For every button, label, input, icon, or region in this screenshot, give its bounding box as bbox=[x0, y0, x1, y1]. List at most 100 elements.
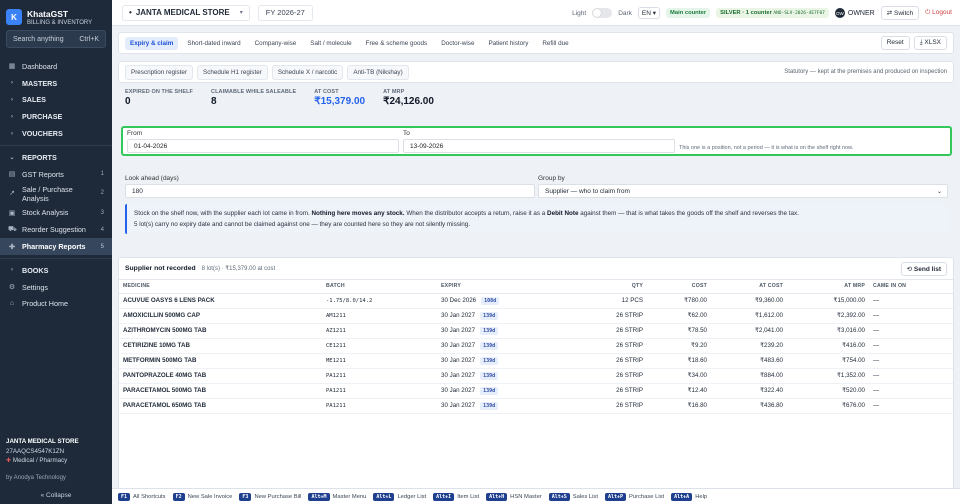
table-row[interactable]: PANTOPRAZOLE 40MG TAB PA1211 30 Jan 2027 13… bbox=[119, 368, 953, 384]
came-in-cell: — bbox=[869, 383, 953, 399]
table-row[interactable]: PARACETAMOL 500MG TAB PA1211 30 Jan 2027 13… bbox=[119, 383, 953, 399]
shortcut-item[interactable]: F1 All Shortcuts bbox=[118, 492, 166, 501]
sidebar-group-reports[interactable]: ⌄ REPORTS bbox=[0, 149, 112, 166]
from-date-input[interactable]: 01-04-2026 bbox=[127, 139, 399, 153]
company-selector[interactable]: • JANTA MEDICAL STORE ▾ bbox=[122, 4, 250, 21]
collapse-button[interactable]: « Collapse bbox=[0, 488, 112, 504]
sidebar-item-reorder-suggestion[interactable]: ⛟ Reorder Suggestion 4 bbox=[0, 221, 112, 238]
sidebar-group-masters[interactable]: › MASTERS bbox=[0, 75, 112, 92]
to-date-input[interactable]: 13-09-2026 bbox=[403, 139, 675, 153]
grid-icon: ▦ bbox=[8, 63, 16, 71]
batch-cell: PA1211 bbox=[322, 368, 437, 384]
tab-doctor-wise[interactable]: Doctor-wise bbox=[436, 37, 479, 50]
theme-dark-label: Dark bbox=[618, 9, 632, 17]
tab-schedule-h1-register[interactable]: Schedule H1 register bbox=[197, 64, 268, 80]
tab-patient-history[interactable]: Patient history bbox=[483, 37, 533, 50]
group-by-select[interactable]: Supplier — who to claim from ⌄ bbox=[538, 184, 948, 198]
cost-cell: ₹780.00 bbox=[647, 293, 711, 309]
tab-short-dated-inward[interactable]: Short-dated inward bbox=[182, 37, 245, 50]
tab-anti-tb[interactable]: Anti-TB (Nikshay) bbox=[347, 64, 409, 80]
days-badge: 139d bbox=[480, 371, 499, 380]
cost-cell: ₹16.80 bbox=[647, 398, 711, 414]
at-mrp-cell: ₹754.00 bbox=[787, 353, 869, 369]
shortcut-key: Alt+P bbox=[604, 492, 626, 501]
company-dot-icon: • bbox=[129, 8, 132, 17]
main-counter-badge: Main counter bbox=[666, 8, 711, 18]
shortcut-item[interactable]: Alt+S Sales List bbox=[548, 492, 598, 501]
qty-cell: 26 STRIP bbox=[537, 338, 647, 354]
sidebar-group-books[interactable]: › BOOKS bbox=[0, 262, 112, 279]
at-cost-cell: ₹483.60 bbox=[711, 353, 787, 369]
send-list-button[interactable]: ⟲ Send list bbox=[900, 261, 947, 276]
came-in-cell: — bbox=[869, 293, 953, 309]
at-cost-cell: ₹239.20 bbox=[711, 338, 787, 354]
tab-refill-due[interactable]: Refill due bbox=[537, 37, 573, 50]
at-mrp-cell: ₹416.00 bbox=[787, 338, 869, 354]
qty-cell: 26 STRIP bbox=[537, 353, 647, 369]
tab-schedule-x-narcotic[interactable]: Schedule X / narcotic bbox=[271, 64, 344, 80]
owner-menu[interactable]: OW OWNER bbox=[834, 8, 875, 18]
search-shortcut: Ctrl+K bbox=[79, 35, 99, 43]
batch-cell: -1.75/8.0/14.2 bbox=[322, 293, 437, 309]
tab-company-wise[interactable]: Company-wise bbox=[250, 37, 302, 50]
medicine-cell: ACUVUE OASYS 6 LENS PACK bbox=[119, 293, 322, 309]
search-input[interactable]: Search anything Ctrl+K bbox=[6, 30, 106, 48]
sidebar-group-sales[interactable]: › SALES bbox=[0, 92, 112, 109]
medicine-cell: AMOXICILLIN 500MG CAP bbox=[119, 308, 322, 324]
company-name: JANTA MEDICAL STORE bbox=[6, 438, 79, 445]
batch-cell: ME1211 bbox=[322, 353, 437, 369]
at-mrp-cell: ₹1,352.00 bbox=[787, 368, 869, 384]
chevron-right-icon: › bbox=[11, 96, 13, 103]
tab-free-scheme-goods[interactable]: Free & scheme goods bbox=[361, 37, 433, 50]
fy-selector[interactable]: FY 2026-27 bbox=[257, 4, 313, 21]
table-row[interactable]: ACUVUE OASYS 6 LENS PACK -1.75/8.0/14.2 30… bbox=[119, 293, 953, 309]
tab-expiry-claim[interactable]: Expiry & claim bbox=[125, 36, 179, 50]
table-row[interactable]: AMOXICILLIN 500MG CAP AM1211 30 Jan 2027 13… bbox=[119, 308, 953, 324]
shortcut-item[interactable]: Alt+L Ledger List bbox=[373, 492, 426, 501]
lookahead-input[interactable]: 180 bbox=[125, 184, 535, 198]
sidebar-item-settings[interactable]: ⚙ Settings bbox=[0, 279, 112, 296]
table-row[interactable]: AZITHROMYCIN 500MG TAB AZ1211 30 Jan 2027 1… bbox=[119, 323, 953, 339]
at-mrp-cell: ₹2,392.00 bbox=[787, 308, 869, 324]
days-badge: 139d bbox=[480, 356, 499, 365]
table-row[interactable]: PARACETAMOL 650MG TAB PA1211 30 Jan 2027 13… bbox=[119, 398, 953, 414]
sidebar-item-gst-reports[interactable]: ▤ GST Reports 1 bbox=[0, 166, 112, 183]
days-badge: 139d bbox=[480, 386, 499, 395]
shortcut-key: Alt+A bbox=[671, 492, 693, 501]
sidebar-item-pharmacy-reports[interactable]: ✚ Pharmacy Reports 5 bbox=[0, 238, 112, 255]
reset-button[interactable]: Reset bbox=[880, 36, 910, 50]
sidebar-group-purchase[interactable]: › PURCHASE bbox=[0, 108, 112, 125]
tab-prescription-register[interactable]: Prescription register bbox=[125, 64, 193, 80]
shortcut-item[interactable]: Alt+M Master Menu bbox=[308, 492, 366, 501]
summary-stats: EXPIRED ON THE SHELF 0 CLAIMABLE WHILE SA… bbox=[118, 89, 954, 117]
sidebar-item-dashboard[interactable]: ▦ Dashboard bbox=[0, 58, 112, 75]
shortcut-item[interactable]: Alt+P Purchase List bbox=[604, 492, 664, 501]
shortcut-item[interactable]: Alt+H HSN Master bbox=[486, 492, 542, 501]
table-title: Supplier not recorded bbox=[125, 265, 196, 272]
language-selector[interactable]: EN ▾ bbox=[637, 7, 661, 19]
group-by-label: Group by bbox=[538, 175, 565, 182]
shortcut-item[interactable]: F2 New Sale Invoice bbox=[172, 492, 232, 501]
xlsx-button[interactable]: ⤓ XLSX bbox=[913, 36, 947, 50]
shortcut-item[interactable]: F3 New Purchase Bill bbox=[239, 492, 301, 501]
tab-salt-molecule[interactable]: Salt / molecule bbox=[305, 37, 356, 50]
table-row[interactable]: CETIRIZINE 10MG TAB CE1211 30 Jan 2027 139d… bbox=[119, 338, 953, 354]
switch-button[interactable]: ⇄ Switch bbox=[880, 6, 920, 20]
table-row[interactable]: METFORMIN 500MG TAB ME1211 30 Jan 2027 139d… bbox=[119, 353, 953, 369]
shortcut-item[interactable]: Alt+A Help bbox=[671, 492, 707, 501]
sidebar-item-stock-analysis[interactable]: ▣ Stock Analysis 3 bbox=[0, 205, 112, 222]
shortcut-bar: F1 All Shortcuts F2 New Sale Invoice F3 New P… bbox=[112, 488, 960, 504]
brand-subtitle: BILLING & INVENTORY bbox=[27, 19, 93, 26]
sidebar-item-product-home[interactable]: ⌂ Product Home bbox=[0, 296, 112, 313]
sidebar-group-vouchers[interactable]: › VOUCHERS bbox=[0, 125, 112, 142]
batch-cell: PA1211 bbox=[322, 398, 437, 414]
chevron-right-icon: › bbox=[11, 267, 13, 274]
at-mrp-cell: ₹3,016.00 bbox=[787, 323, 869, 339]
logout-button[interactable]: ⏻ Logout bbox=[925, 9, 952, 17]
sidebar-item-sale-purchase-analysis[interactable]: ↗ Sale / Purchase Analysis 2 bbox=[0, 183, 112, 205]
shortcut-item[interactable]: Alt+I Item List bbox=[433, 492, 479, 501]
theme-toggle[interactable] bbox=[592, 8, 613, 18]
expiry-cell: 30 Jan 2027 139d bbox=[437, 383, 537, 399]
came-in-cell: — bbox=[869, 353, 953, 369]
at-cost-cell: ₹1,612.00 bbox=[711, 308, 787, 324]
